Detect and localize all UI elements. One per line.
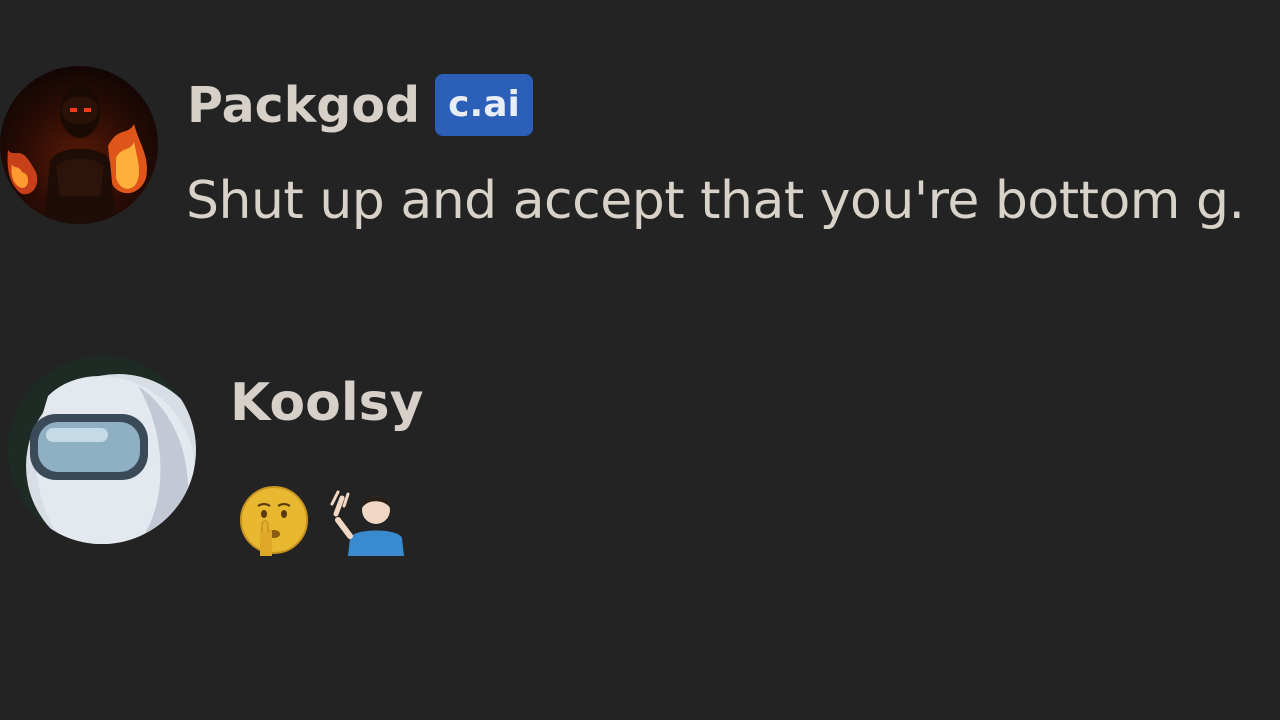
bot-badge: c.ai: [435, 74, 533, 136]
avatar[interactable]: [0, 66, 158, 224]
username[interactable]: Packgod: [187, 74, 420, 138]
person-tipping-hand-icon: [328, 484, 406, 556]
chat-log: Packgod c.ai Shut up and accept that you…: [0, 0, 1280, 720]
username[interactable]: Koolsy: [230, 370, 424, 436]
message-text: Shut up and accept that you're bottom g.: [186, 171, 1245, 231]
avatar[interactable]: [8, 356, 196, 544]
shushing-face-icon: [238, 484, 310, 556]
